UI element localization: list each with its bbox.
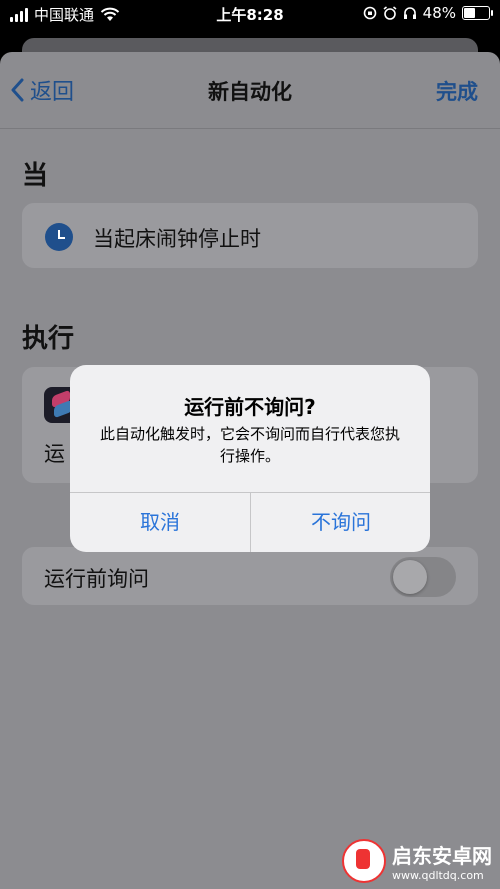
execute-section-title: 执行 <box>22 324 75 354</box>
trigger-row[interactable]: 当起床闹钟停止时 <box>22 203 478 268</box>
battery-fill <box>464 8 475 18</box>
battery-icon <box>462 6 493 20</box>
toggle-knob <box>393 560 427 594</box>
alert-message: 此自动化触发时，它会不询问而自行代表您执行操作。 <box>99 425 400 465</box>
headphones-icon <box>403 7 416 19</box>
status-bar: 中国联通 上午8:28 48% <box>0 0 500 28</box>
watermark-url: www.qdltdq.com <box>392 869 484 882</box>
ask-before-running-label: 运行前询问 <box>44 567 149 591</box>
action-label: 运 <box>44 442 65 466</box>
alert-title: 运行前不询问? <box>184 395 316 419</box>
done-button[interactable]: 完成 <box>436 76 478 106</box>
confirm-alert: 运行前不询问? 此自动化触发时，它会不询问而自行代表您执行操作。 取消 不询问 <box>70 365 430 552</box>
cancel-button[interactable]: 取消 <box>70 493 250 552</box>
ask-before-running-toggle[interactable] <box>390 557 456 597</box>
page-title: 新自动化 <box>208 80 292 104</box>
trigger-label: 当起床闹钟停止时 <box>93 227 261 251</box>
status-right: 48% <box>363 4 493 22</box>
watermark: 启东安卓网 www.qdltdq.com <box>342 839 492 883</box>
watermark-text: 启东安卓网 www.qdltdq.com <box>392 840 492 882</box>
ask-before-running-row: 运行前询问 <box>22 547 478 605</box>
watermark-logo-icon <box>342 839 386 883</box>
navigation-bar: 返回 新自动化 完成 <box>0 52 500 129</box>
clock-icon <box>45 223 73 251</box>
battery-percent: 48% <box>422 4 456 22</box>
dont-ask-button[interactable]: 不询问 <box>251 493 430 552</box>
watermark-name: 启东安卓网 <box>392 844 492 868</box>
orientation-lock-icon <box>363 6 376 20</box>
when-section-title: 当 <box>22 161 49 191</box>
alarm-icon <box>383 6 397 20</box>
